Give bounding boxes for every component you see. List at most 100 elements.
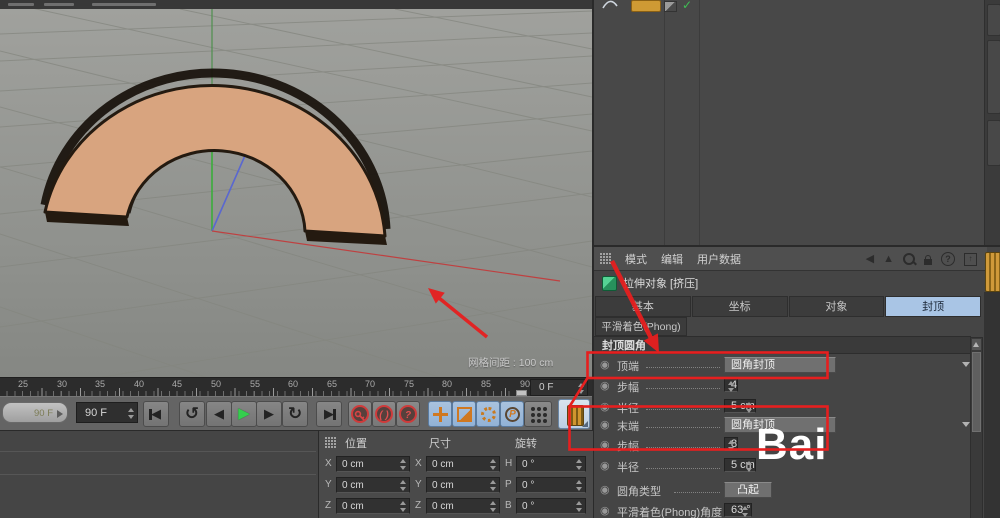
keyframe-selection-button[interactable] [524,401,552,427]
om-column-divider [664,0,665,245]
axis-label: Y [325,479,332,490]
drag-grip-icon[interactable] [600,253,611,264]
loop-icon: ↻ [288,404,302,423]
autokey-parentheses-button[interactable]: ( ) [372,401,396,427]
chevron-down-icon[interactable] [962,362,970,367]
menu-mode[interactable]: 模式 [625,251,647,267]
current-frame-field[interactable]: 90 F [76,402,138,423]
menu-userdata[interactable]: 用户数据 [697,251,741,267]
stepper-icon[interactable] [576,480,583,491]
stepper-icon[interactable] [576,459,583,470]
stepper-icon[interactable] [742,506,749,517]
pos-z-field[interactable]: 0 cm [336,498,410,514]
history-back-icon[interactable]: ◀ [866,251,874,267]
pos-y-field[interactable]: 0 cm [336,477,410,493]
attribute-scrollbar[interactable] [970,337,983,518]
radius-top-field[interactable]: 5 cm [724,399,756,413]
rot-h-field[interactable]: 0 ° [516,456,586,472]
top-cap-dropdown[interactable]: 圆角封顶 [724,357,836,373]
chevron-down-icon[interactable] [962,422,970,427]
timeline-ruler[interactable]: 25 30 35 40 45 50 55 60 65 70 75 80 85 9… [0,377,592,397]
size-z-field[interactable]: 0 cm [426,498,500,514]
steps-end-field[interactable]: 8 [724,437,738,451]
previous-frame-button[interactable]: ◀ [206,401,232,427]
loop-mode-button[interactable]: ↻ [282,401,308,427]
stepper-icon[interactable] [728,440,735,451]
material-manager[interactable] [0,430,318,518]
coordinates-panel: 位置 尺寸 旋转 X 0 cm X 0 cm H 0 ° Y 0 cm Y 0 … [318,430,593,518]
record-keyframe-button[interactable] [348,401,372,427]
goto-start-button[interactable]: ◀ [143,401,169,427]
coordinate-manager-button[interactable] [558,399,590,429]
next-frame-button[interactable]: ▶ [256,401,282,427]
goto-end-icon: ▶ [324,406,334,421]
stepper-icon[interactable] [576,501,583,512]
tab-phong[interactable]: 平滑着色(Phong) [595,317,687,336]
stepper-icon[interactable] [746,402,753,413]
tab-caps[interactable]: 封顶 [885,296,981,317]
move-cross-icon [433,407,448,422]
stepper-icon[interactable] [128,408,135,419]
rot-p-field[interactable]: 0 ° [516,477,586,493]
search-icon[interactable] [903,253,915,265]
rot-b-field[interactable]: 0 ° [516,498,586,514]
rectangle-spline-icon[interactable] [631,0,661,12]
nav-arrow-icon[interactable]: ▲ [883,251,894,267]
key-parameter-button[interactable]: P [500,401,524,427]
size-x-field[interactable]: 0 cm [426,456,500,472]
visibility-toggle-icon[interactable] [664,1,677,12]
caps-fillet-section-header[interactable]: 封顶圆角 [594,336,971,354]
key-scale-button[interactable] [452,401,476,427]
vertical-tab[interactable] [987,4,1000,36]
scale-square-icon [457,407,472,422]
pos-x-field[interactable]: 0 cm [336,456,410,472]
row-label: 步幅 [617,379,639,395]
stepper-icon[interactable] [578,383,585,394]
stepper-icon[interactable] [490,459,497,470]
stepper-icon[interactable] [400,480,407,491]
row-steps-top: 步幅 4 [600,377,970,395]
stepper-icon[interactable] [400,459,407,470]
vertical-tab[interactable] [987,120,1000,166]
object-manager[interactable]: ✓ [592,0,1000,245]
stepper-icon[interactable] [746,461,753,472]
3d-viewport[interactable]: 网格间距 : 100 cm [0,9,592,377]
phong-angle-field[interactable]: 63 ° [724,503,752,517]
steps-top-field[interactable]: 4 [724,378,738,392]
stepper-icon[interactable] [400,501,407,512]
vertical-tab[interactable] [987,40,1000,114]
drag-grip-icon[interactable] [325,437,336,448]
goto-end-button[interactable]: ▶ [316,401,342,427]
object-title-row[interactable]: 拉伸对象 [挤压] [594,271,987,295]
radius-end-field[interactable]: 5 cm [724,458,756,472]
new-panel-icon[interactable]: ↑ [964,253,977,266]
menu-edit[interactable]: 编辑 [661,251,683,267]
lock-icon[interactable] [924,259,932,265]
grid-spacing-label: 网格间距 : 100 cm [468,355,553,370]
play-button[interactable]: ▶ [231,401,257,427]
size-y-field[interactable]: 0 cm [426,477,500,493]
enabled-check-icon[interactable]: ✓ [682,0,692,12]
play-backwards-button[interactable]: ↺ [179,401,205,427]
key-rotation-button[interactable] [476,401,500,427]
field-value: 90 F [85,407,107,419]
timeline-range-slider[interactable]: 90 F [2,402,68,423]
scrollbar-thumb[interactable] [972,352,981,432]
watermark: Bai [756,420,827,470]
material-side-tab[interactable] [985,252,1000,292]
help-icon[interactable]: ? [941,252,955,266]
keyframe-help-button[interactable]: ? [396,401,420,427]
stepper-icon[interactable] [490,480,497,491]
tab-basic[interactable]: 基本 [595,296,691,317]
axis-label: H [505,458,512,469]
scroll-up-icon[interactable] [972,339,981,350]
tab-coords[interactable]: 坐标 [692,296,788,317]
arch-object[interactable] [45,73,387,245]
stepper-icon[interactable] [490,501,497,512]
tab-object[interactable]: 对象 [789,296,885,317]
panel-divider [0,474,316,475]
key-position-button[interactable] [428,401,452,427]
stepper-icon[interactable] [728,381,735,392]
fillet-type-button[interactable]: 凸起 [724,482,772,498]
end-frame-field[interactable]: 0 F [530,379,588,396]
